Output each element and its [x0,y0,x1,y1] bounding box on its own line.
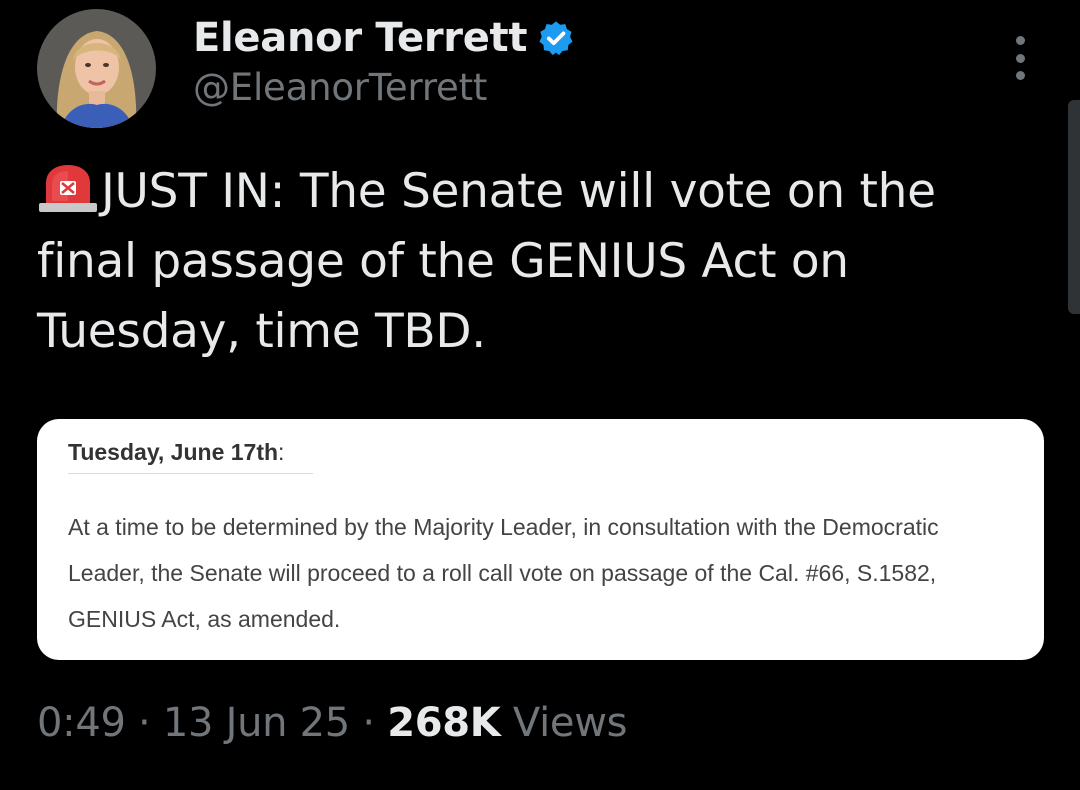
card-divider [68,473,313,474]
author-name-row: Eleanor Terrett [193,12,575,64]
meta-separator: · [138,700,151,746]
views-count[interactable]: 268K [387,700,501,746]
card-heading-colon: : [278,439,285,465]
more-dot [1015,36,1025,45]
author-display-name[interactable]: Eleanor Terrett [193,15,528,61]
card-heading-date: Tuesday, June 17th [68,439,279,465]
tweet-meta: 0:49 · 13 Jun 25 · 268K Views [37,700,627,746]
card-body-text: At a time to be determined by the Majori… [68,514,939,632]
more-dot [1015,71,1025,80]
verified-badge-icon[interactable] [537,19,575,57]
attached-image-card[interactable]: Tuesday, June 17th: At a time to be dete… [37,419,1044,660]
more-options-icon[interactable] [1003,36,1037,80]
tweet-time[interactable]: 0:49 [37,700,126,746]
scrollbar-thumb[interactable] [1068,100,1080,314]
author-avatar[interactable] [37,9,156,128]
views-label[interactable]: Views [513,700,628,746]
meta-separator: · [362,700,375,746]
tweet-date[interactable]: 13 Jun 25 [163,700,350,746]
tweet-text: JUST IN: The Senate will vote on the fin… [37,157,1037,367]
tweet-body-text: JUST IN: The Senate will vote on the fin… [37,164,936,359]
card-heading: Tuesday, June 17th: [68,439,284,466]
author-handle[interactable]: @EleanorTerrett [193,66,487,109]
avatar-photo [37,9,156,128]
police-light-icon [37,163,99,213]
more-dot [1015,53,1025,63]
